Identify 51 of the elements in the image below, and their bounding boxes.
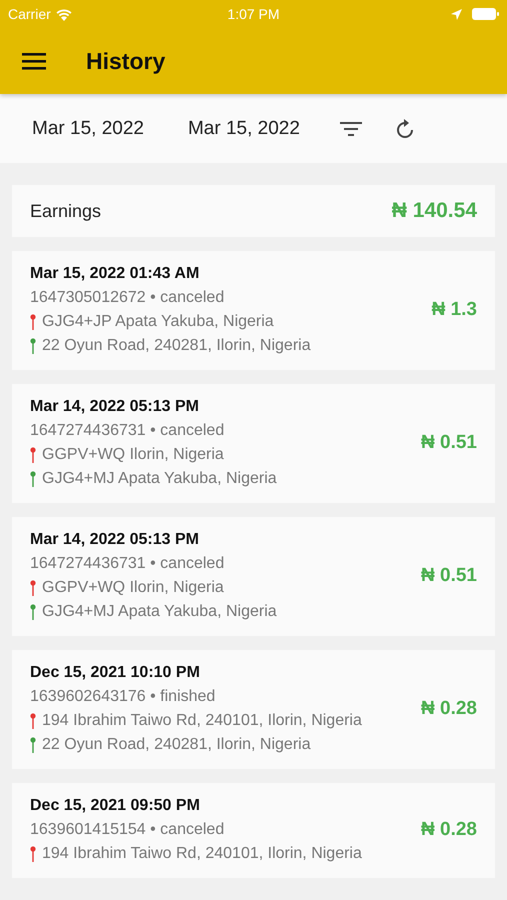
- trip-id-status: 1647274436731 • canceled: [30, 555, 226, 573]
- filter-icon[interactable]: [340, 122, 362, 136]
- trip-card[interactable]: Dec 15, 2021 10:10 PM 1639602643176 • finished 194 Ibrahim Taiwo Rd, 240101, Ilorin, Nigeria 22 Oyun Road, 240281, Ilorin, Nigeria ₦ 0.28: [12, 650, 495, 769]
- earnings-label: Earnings: [30, 200, 102, 222]
- pin-icon: [30, 580, 36, 596]
- trip-fare: ₦ 0.28: [421, 698, 477, 720]
- trip-id-status: 1647274436731 • canceled: [30, 422, 226, 440]
- trip-card[interactable]: Dec 15, 2021 09:50 PM 1639601415154 • canceled 194 Ibrahim Taiwo Rd, 240101, Ilorin, Nigeria ₦ 0.28: [12, 783, 495, 878]
- dropoff-address: GJG4+MJ Apata Yakuba, Nigeria: [42, 470, 277, 488]
- pin-icon: [30, 737, 36, 753]
- clock-time: 1:07 PM: [227, 6, 280, 22]
- pin-icon: [30, 471, 36, 487]
- refresh-icon[interactable]: [396, 118, 414, 138]
- trip-card[interactable]: Mar 15, 2022 01:43 AM 1647305012672 • canceled GJG4+JP Apata Yakuba, Nigeria 22 Oyun Road, 240281, Ilorin, Nigeria ₦ 1.3: [12, 251, 495, 370]
- dropoff-address: GJG4+MJ Apata Yakuba, Nigeria: [42, 603, 277, 621]
- pickup-address: GGPV+WQ Ilorin, Nigeria: [42, 579, 224, 597]
- trip-fare: ₦ 0.51: [421, 432, 477, 454]
- trip-datetime: Mar 14, 2022 05:13 PM: [30, 531, 200, 549]
- page-title: History: [86, 48, 166, 74]
- trip-card[interactable]: Mar 14, 2022 05:13 PM 1647274436731 • canceled GGPV+WQ Ilorin, Nigeria GJG4+MJ Apata Yakuba, Nigeria ₦ 0.51: [12, 517, 495, 636]
- dropoff-address: 22 Oyun Road, 240281, Ilorin, Nigeria: [42, 337, 311, 355]
- pin-icon: [30, 846, 36, 862]
- trip-id-status: 1639601415154 • canceled: [30, 821, 226, 839]
- trip-datetime: Mar 14, 2022 05:13 PM: [30, 398, 200, 416]
- start-date-button[interactable]: Mar 15, 2022: [20, 118, 156, 140]
- trip-id-status: 1639602643176 • finished: [30, 688, 216, 706]
- trip-id-status: 1647305012672 • canceled: [30, 289, 226, 307]
- carrier-label: Carrier: [8, 6, 51, 22]
- trip-datetime: Mar 15, 2022 01:43 AM: [30, 265, 200, 283]
- pin-icon: [30, 713, 36, 729]
- trip-card[interactable]: Mar 14, 2022 05:13 PM 1647274436731 • canceled GGPV+WQ Ilorin, Nigeria GJG4+MJ Apata Yakuba, Nigeria ₦ 0.51: [12, 384, 495, 503]
- pickup-address: 194 Ibrahim Taiwo Rd, 240101, Ilorin, Nigeria: [42, 712, 362, 730]
- pin-icon: [30, 604, 36, 620]
- trip-fare: ₦ 0.51: [421, 565, 477, 587]
- trip-fare: ₦ 0.28: [421, 819, 477, 841]
- end-date-button[interactable]: Mar 15, 2022: [176, 118, 312, 140]
- pin-icon: [30, 314, 36, 330]
- wifi-icon: [54, 8, 73, 20]
- pickup-address: GJG4+JP Apata Yakuba, Nigeria: [42, 313, 274, 331]
- menu-icon[interactable]: [22, 52, 46, 70]
- pickup-address: GGPV+WQ Ilorin, Nigeria: [42, 446, 224, 464]
- trip-datetime: Dec 15, 2021 10:10 PM: [30, 664, 201, 682]
- location-arrow-icon: [451, 8, 462, 20]
- pin-icon: [30, 338, 36, 354]
- earnings-amount: ₦ 140.54: [392, 199, 477, 223]
- trip-datetime: Dec 15, 2021 09:50 PM: [30, 797, 201, 815]
- pin-icon: [30, 447, 36, 463]
- pickup-address: 194 Ibrahim Taiwo Rd, 240101, Ilorin, Nigeria: [42, 845, 362, 863]
- battery-icon: [472, 8, 499, 20]
- dropoff-address: 22 Oyun Road, 240281, Ilorin, Nigeria: [42, 736, 311, 754]
- trip-fare: ₦ 1.3: [432, 299, 477, 321]
